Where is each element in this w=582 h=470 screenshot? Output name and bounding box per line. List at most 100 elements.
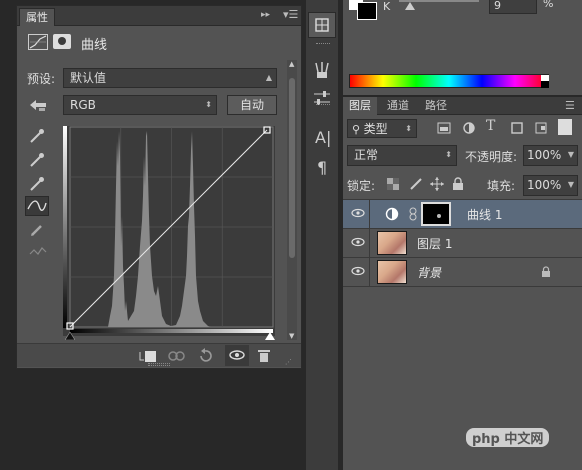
k-slider-thumb-icon[interactable] — [405, 2, 415, 10]
blend-mode-value: 正常 — [354, 148, 379, 162]
dropdown-arrows-icon: ⬍ — [405, 124, 412, 133]
fill-field[interactable]: 100% ▼ — [523, 175, 578, 196]
layer-row[interactable]: 背景 — [343, 258, 582, 287]
trash-icon[interactable] — [257, 348, 271, 363]
preset-value: 默认值 — [70, 71, 107, 85]
percent-label: % — [543, 0, 554, 10]
panel-menu-icon[interactable]: ☰ — [565, 99, 575, 112]
clip-to-layer-icon[interactable] — [139, 348, 157, 364]
panel-header-title: 曲线 — [81, 38, 108, 53]
smooth-curve-icon[interactable] — [29, 244, 47, 258]
channel-value: RGB — [70, 98, 96, 112]
curves-adjustment-icon — [28, 34, 48, 50]
output-gradient-bar — [63, 126, 67, 328]
fill-label: 填充: — [487, 179, 516, 193]
layer-mask-icon[interactable] — [53, 34, 71, 49]
filter-toggle-icon[interactable] — [558, 119, 572, 135]
color-spectrum-bar[interactable] — [349, 74, 549, 88]
paragraph-panel-icon[interactable]: ¶ — [317, 158, 327, 177]
eyedropper-black-icon[interactable] — [29, 128, 45, 144]
scrollbar[interactable]: ▲ ▼ — [287, 60, 297, 340]
layer-name: 曲线 1 — [467, 208, 503, 222]
filter-type-icon[interactable]: T — [486, 118, 495, 134]
curve-edit-points-icon[interactable] — [25, 196, 49, 216]
layer-thumbnail[interactable] — [377, 260, 407, 284]
preset-dropdown[interactable]: 默认值 ▲ — [63, 68, 277, 88]
tab-paths[interactable]: 路径 — [419, 97, 453, 115]
chevron-down-icon[interactable]: ▼ — [568, 146, 574, 164]
opacity-field[interactable]: 100% ▼ — [523, 145, 578, 166]
layer-name: 图层 1 — [417, 237, 453, 251]
toggle-visibility-icon[interactable] — [225, 345, 249, 366]
strip-grip — [316, 104, 330, 106]
k-label: K — [383, 0, 391, 13]
link-chain-icon[interactable] — [409, 207, 417, 221]
pencil-draw-icon[interactable] — [29, 222, 45, 238]
filter-kind-dropdown[interactable]: ⚲ 类型 ⬍ — [347, 119, 417, 138]
auto-button[interactable]: 自动 — [227, 95, 277, 115]
lock-position-move-icon[interactable] — [430, 177, 444, 191]
properties-tabbar: 属性 ▸▸ ▾☰ — [17, 6, 301, 26]
color-panel: K 9 % — [343, 0, 582, 95]
layers-panel: 图层 通道 路径 ☰ ⚲ 类型 ⬍ T 正常 ⬍ 不透明度: 100% ▼ 锁定… — [343, 97, 582, 470]
k-value-field[interactable]: 9 — [489, 0, 537, 14]
character-panel-icon[interactable]: A| — [315, 128, 331, 147]
black-point-slider-icon[interactable] — [65, 332, 75, 340]
eyedropper-gray-icon[interactable] — [29, 152, 45, 168]
adjustment-layer-icon — [385, 207, 399, 221]
panel-grip[interactable] — [148, 363, 170, 366]
layer-thumbnail[interactable] — [377, 231, 407, 255]
visibility-eye-icon[interactable] — [351, 266, 365, 276]
dropdown-arrows-icon: ⬍ — [205, 100, 212, 109]
channel-dropdown[interactable]: RGB ⬍ — [63, 95, 217, 115]
dropdown-arrows-icon: ▲ — [265, 73, 272, 82]
layer-name: 背景 — [417, 266, 442, 280]
eyedropper-white-icon[interactable] — [29, 176, 45, 192]
strip-grip — [316, 43, 330, 45]
lock-image-brush-icon[interactable] — [409, 177, 423, 191]
tab-properties[interactable]: 属性 — [19, 8, 55, 26]
watermark-logo: php 中文网 — [466, 428, 550, 447]
filter-pixel-icon[interactable] — [437, 121, 451, 135]
tab-layers[interactable]: 图层 — [343, 97, 377, 115]
view-previous-state-icon[interactable] — [167, 349, 187, 363]
target-adjustment-hand-icon[interactable] — [27, 96, 49, 114]
reset-icon[interactable] — [197, 348, 213, 364]
scroll-thumb[interactable] — [289, 78, 295, 258]
search-icon: ⚲ — [352, 123, 364, 136]
visibility-eye-icon[interactable] — [351, 208, 365, 218]
layers-tabbar: 图层 通道 路径 ☰ — [343, 97, 582, 115]
layer-row[interactable]: 图层 1 — [343, 229, 582, 258]
resize-grip-icon[interactable]: ⋰ — [285, 358, 292, 366]
blend-mode-dropdown[interactable]: 正常 ⬍ — [347, 145, 457, 166]
fill-value: 100% — [527, 178, 562, 192]
opacity-value: 100% — [527, 148, 562, 162]
icon-strip: A| ¶ — [306, 0, 338, 470]
background-swatch[interactable] — [357, 2, 377, 20]
visibility-eye-icon[interactable] — [351, 237, 365, 247]
tab-channels[interactable]: 通道 — [381, 97, 415, 115]
dropdown-arrows-icon: ⬍ — [445, 150, 452, 159]
watermark-text: php 中文网 — [466, 428, 550, 447]
layer-row[interactable]: 曲线 1 — [343, 200, 582, 229]
collapse-icon[interactable]: ▸▸ — [261, 10, 270, 20]
filter-shape-icon[interactable] — [510, 121, 524, 135]
lock-transparent-icon[interactable] — [387, 178, 399, 190]
white-point-slider-icon[interactable] — [265, 332, 275, 340]
lock-all-icon[interactable] — [452, 177, 464, 191]
lock-label: 锁定: — [347, 179, 376, 193]
brush-settings-icon[interactable] — [312, 60, 332, 80]
curves-graph[interactable] — [63, 126, 275, 336]
filter-adjustment-icon[interactable] — [462, 121, 476, 135]
properties-panel: 属性 ▸▸ ▾☰ 曲线 预设: 默认值 ▲ RGB ⬍ 自动 ▲ ▼ ⋰ — [16, 5, 302, 369]
layer-locked-icon — [541, 266, 551, 278]
filter-kind-value: 类型 — [363, 122, 388, 136]
filter-smart-object-icon[interactable] — [534, 121, 548, 135]
input-gradient-bar — [70, 329, 273, 333]
panel-menu-icon[interactable]: ▾☰ — [283, 8, 298, 21]
adjustments-panel-icon[interactable] — [308, 12, 336, 38]
chevron-down-icon[interactable]: ▼ — [568, 176, 574, 194]
preset-label: 预设: — [27, 72, 56, 86]
opacity-label: 不透明度: — [465, 150, 518, 164]
layer-mask-thumbnail[interactable] — [421, 202, 451, 226]
